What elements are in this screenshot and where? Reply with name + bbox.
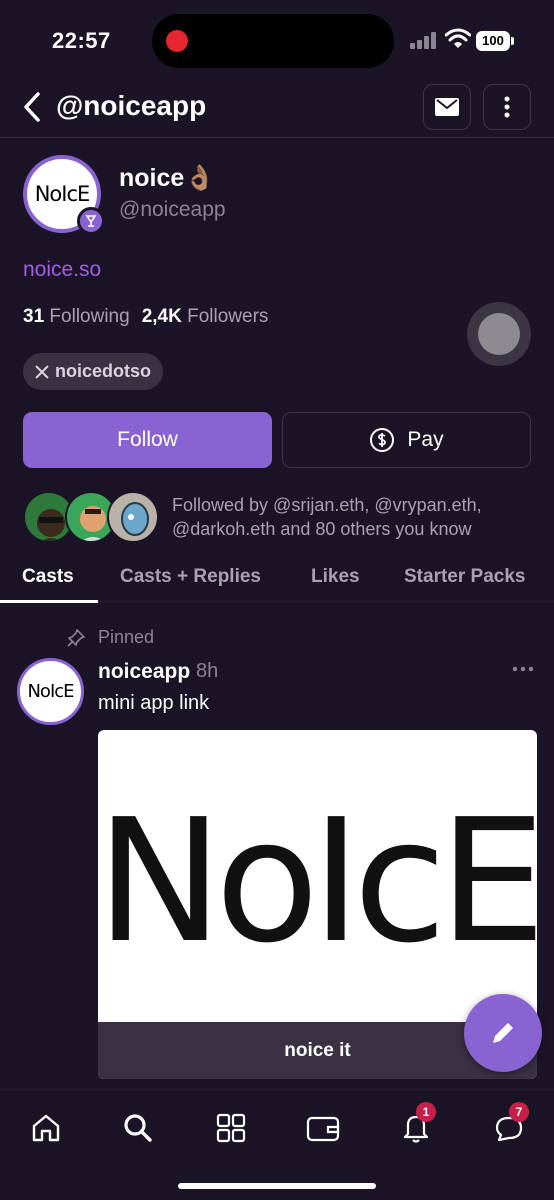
display-name: noice👌🏽 — [119, 164, 216, 192]
dynamic-island — [152, 14, 394, 68]
embed-action-label: noice it — [284, 1039, 351, 1061]
more-options-button[interactable] — [483, 84, 531, 130]
battery-icon: 100 — [476, 31, 514, 51]
x-handle: noicedotso — [55, 361, 152, 381]
avatar-logo-text: NoIcE — [27, 681, 74, 702]
home-icon — [32, 1114, 60, 1142]
nav-search[interactable] — [120, 1110, 156, 1146]
followed-by-text[interactable]: Followed by @srijan.eth, @vrypan.eth, @d… — [172, 493, 532, 541]
tab-starter-packs[interactable]: Starter Packs — [404, 566, 525, 588]
username: @noiceapp — [119, 198, 226, 221]
mutual-followers-avatars[interactable] — [23, 491, 163, 543]
post-author-name[interactable]: noiceapp — [98, 660, 190, 684]
website-link[interactable]: noice.so — [23, 258, 101, 282]
active-tab-indicator — [0, 600, 98, 603]
notification-count-badge: 1 — [416, 1102, 436, 1122]
power-badge-icon — [77, 207, 105, 235]
avatar — [107, 491, 159, 543]
post-timestamp: 8h — [196, 660, 219, 682]
wallet-icon — [306, 1116, 340, 1142]
tab-casts-replies[interactable]: Casts + Replies — [120, 566, 261, 588]
nav-messages[interactable]: 7 — [491, 1102, 529, 1146]
nav-apps[interactable] — [213, 1110, 249, 1146]
message-button[interactable] — [423, 84, 471, 130]
pin-icon — [67, 628, 85, 647]
pay-label: Pay — [407, 428, 444, 451]
nav-wallet[interactable] — [305, 1110, 341, 1146]
recording-dot-icon — [166, 30, 188, 52]
pinned-label: Pinned — [98, 627, 155, 647]
search-icon — [124, 1114, 152, 1142]
following-link[interactable]: 31 Following — [23, 306, 130, 327]
followers-label: Followers — [187, 306, 269, 327]
wifi-icon — [445, 28, 471, 48]
signal-icon — [410, 31, 440, 49]
message-count-badge: 7 — [509, 1102, 529, 1122]
pinned-indicator: Pinned — [66, 627, 154, 648]
nav-notifications[interactable]: 1 — [398, 1102, 436, 1146]
status-bar: 22:57 100 — [0, 0, 554, 84]
pencil-icon — [493, 1023, 513, 1043]
following-label: Following — [49, 306, 130, 327]
avatar-logo-text: NoIcE — [34, 182, 91, 206]
post-author-avatar[interactable]: NoIcE — [17, 658, 84, 725]
follow-label: Follow — [117, 428, 178, 451]
profile-tabs: Casts Casts + Replies Likes Starter Pack… — [0, 560, 554, 603]
x-account-chip[interactable]: noicedotso — [23, 353, 164, 390]
profile-header: @noiceapp — [0, 84, 554, 138]
follow-stats: 31 Following 2,4K Followers — [23, 306, 268, 328]
compose-button[interactable] — [464, 994, 542, 1072]
page-title: @noiceapp — [56, 90, 207, 121]
more-vertical-icon — [504, 96, 510, 118]
status-time: 22:57 — [52, 28, 111, 53]
pay-button[interactable]: Pay — [282, 412, 531, 468]
noice-logo-image: NoIcE — [98, 783, 537, 981]
svg-text:NoIcE: NoIcE — [98, 783, 537, 981]
tab-casts[interactable]: Casts — [22, 566, 74, 588]
x-logo-icon — [35, 364, 49, 379]
follow-button[interactable]: Follow — [23, 412, 272, 468]
followers-link[interactable]: 2,4K Followers — [142, 306, 269, 327]
followers-count: 2,4K — [141, 306, 182, 327]
assistive-touch-button[interactable] — [467, 302, 531, 366]
grid-icon — [216, 1113, 246, 1143]
mail-icon — [435, 98, 459, 116]
post-more-icon[interactable] — [512, 666, 534, 672]
tab-likes[interactable]: Likes — [311, 566, 360, 588]
home-indicator — [178, 1183, 376, 1189]
dollar-circle-icon — [370, 428, 395, 452]
following-count: 31 — [23, 306, 45, 327]
nav-home[interactable] — [28, 1110, 64, 1146]
back-icon[interactable] — [20, 90, 46, 124]
post-text: mini app link — [98, 692, 210, 714]
